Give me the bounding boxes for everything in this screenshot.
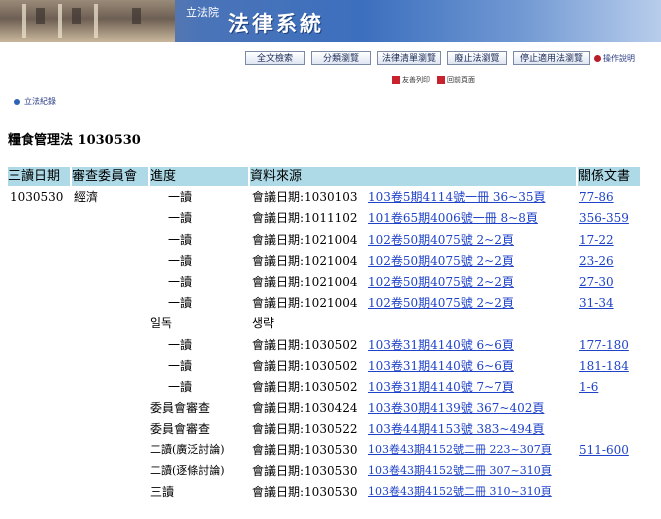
row-meeting-date: 會議日期:1021004	[252, 275, 358, 289]
row-source-link[interactable]: 103卷31期4140號 7~7頁	[368, 378, 514, 396]
row-meeting-date: 생략	[252, 316, 275, 330]
row-source-link[interactable]: 102卷50期4075號 2~2頁	[368, 294, 514, 312]
row-meeting-date: 會議日期:1030502	[252, 380, 358, 394]
print-link[interactable]: 友善列印	[392, 75, 430, 85]
third-reading-date: 1030530	[10, 190, 64, 204]
nav-repealed-law-button[interactable]: 廢止法瀏覽	[447, 51, 507, 65]
row-source-link[interactable]: 102卷50期4075號 2~2頁	[368, 231, 514, 249]
row-stage: 一讀	[168, 380, 193, 394]
row-source-link[interactable]: 102卷50期4075號 2~2頁	[368, 252, 514, 270]
printer-icon	[392, 76, 400, 84]
row-doc-link[interactable]: 1-6	[579, 378, 598, 396]
row-doc-link[interactable]: 181-184	[579, 357, 629, 375]
legislative-record-link[interactable]: 立法紀錄	[14, 96, 56, 107]
row-doc-link[interactable]: 23-26	[579, 252, 614, 270]
header-data-source: 資料來源	[250, 167, 576, 186]
header-committee: 審查委員會	[72, 167, 148, 186]
row-stage: 一讀	[168, 211, 193, 225]
row-stage: 一讀	[168, 275, 193, 289]
row-doc-link[interactable]: 17-22	[579, 231, 614, 249]
row-doc-link[interactable]: 177-180	[579, 336, 629, 354]
row-doc-link[interactable]: 27-30	[579, 273, 614, 291]
row-source-link[interactable]: 103卷31期4140號 6~6頁	[368, 357, 514, 375]
header-progress: 進度	[150, 167, 248, 186]
row-meeting-date: 會議日期:1030522	[252, 422, 358, 436]
bullet-icon	[14, 98, 20, 105]
nav-suspended-law-button[interactable]: 停止適用法瀏覽	[513, 51, 590, 65]
back-icon	[437, 76, 445, 84]
row-stage: 委員會審查	[150, 422, 211, 436]
nav-law-list-button[interactable]: 法律清單瀏覽	[377, 51, 441, 65]
row-stage: 一讀	[168, 190, 193, 204]
row-source-link[interactable]: 103卷30期4139號 367~402頁	[368, 399, 544, 417]
help-link[interactable]: 操作說明	[594, 53, 635, 64]
row-stage: 一讀	[168, 296, 193, 310]
banner-system-title: 法律系統	[228, 11, 324, 36]
nav-fulltext-search-button[interactable]: 全文檢索	[245, 51, 305, 65]
back-link[interactable]: 回前頁面	[437, 75, 475, 85]
row-doc-link[interactable]: 511-600	[579, 441, 629, 459]
committee-name: 經濟	[74, 190, 99, 204]
banner-org: 立法院	[186, 6, 219, 19]
row-stage: 一讀	[168, 233, 193, 247]
row-source-link[interactable]: 103卷44期4153號 383~494頁	[368, 420, 544, 438]
row-meeting-date: 會議日期:1030530	[252, 485, 358, 499]
row-stage: 委員會審查	[150, 401, 211, 415]
row-stage: 一讀	[168, 359, 193, 373]
row-doc-link[interactable]: 77-86	[579, 188, 614, 206]
site-banner: 立法院 法律系統	[0, 0, 661, 42]
header-related-docs: 關係文書	[578, 167, 640, 186]
row-meeting-date: 會議日期:1021004	[252, 233, 358, 247]
row-stage: 二讀(廣泛討論)	[150, 443, 225, 456]
row-stage: 일독	[150, 316, 173, 330]
row-source-link[interactable]: 103卷43期4152號二冊 223~307頁	[368, 441, 552, 459]
row-stage: 一讀	[168, 254, 193, 268]
help-icon	[594, 55, 601, 62]
row-source-link[interactable]: 102卷50期4075號 2~2頁	[368, 273, 514, 291]
row-stage: 二讀(逐條討論)	[150, 464, 225, 477]
row-source-link[interactable]: 101卷65期4006號一冊 8~8頁	[368, 209, 538, 227]
row-stage: 三讀	[150, 485, 175, 499]
row-meeting-date: 會議日期:1030502	[252, 359, 358, 373]
row-meeting-date: 會議日期:1030502	[252, 338, 358, 352]
row-meeting-date: 會議日期:1030103	[252, 190, 358, 204]
row-meeting-date: 會議日期:1030424	[252, 401, 358, 415]
row-source-link[interactable]: 103卷43期4152號二冊 310~310頁	[368, 483, 552, 501]
row-meeting-date: 會議日期:1021004	[252, 296, 358, 310]
row-meeting-date: 會議日期:1011102	[252, 211, 358, 225]
header-third-reading-date: 三讀日期	[8, 167, 70, 186]
row-source-link[interactable]: 103卷5期4114號一冊 36~35頁	[368, 188, 546, 206]
banner-photo	[0, 0, 175, 42]
row-meeting-date: 會議日期:1021004	[252, 254, 358, 268]
row-source-link[interactable]: 103卷43期4152號二冊 307~310頁	[368, 462, 552, 480]
nav-category-browse-button[interactable]: 分類瀏覽	[311, 51, 371, 65]
row-source-link[interactable]: 103卷31期4140號 6~6頁	[368, 336, 514, 354]
page-title: 糧食管理法 1030530	[8, 133, 141, 148]
row-meeting-date: 會議日期:1030530	[252, 464, 358, 478]
row-doc-link[interactable]: 356-359	[579, 209, 629, 227]
row-doc-link[interactable]: 31-34	[579, 294, 614, 312]
row-stage: 一讀	[168, 338, 193, 352]
row-meeting-date: 會議日期:1030530	[252, 443, 358, 457]
